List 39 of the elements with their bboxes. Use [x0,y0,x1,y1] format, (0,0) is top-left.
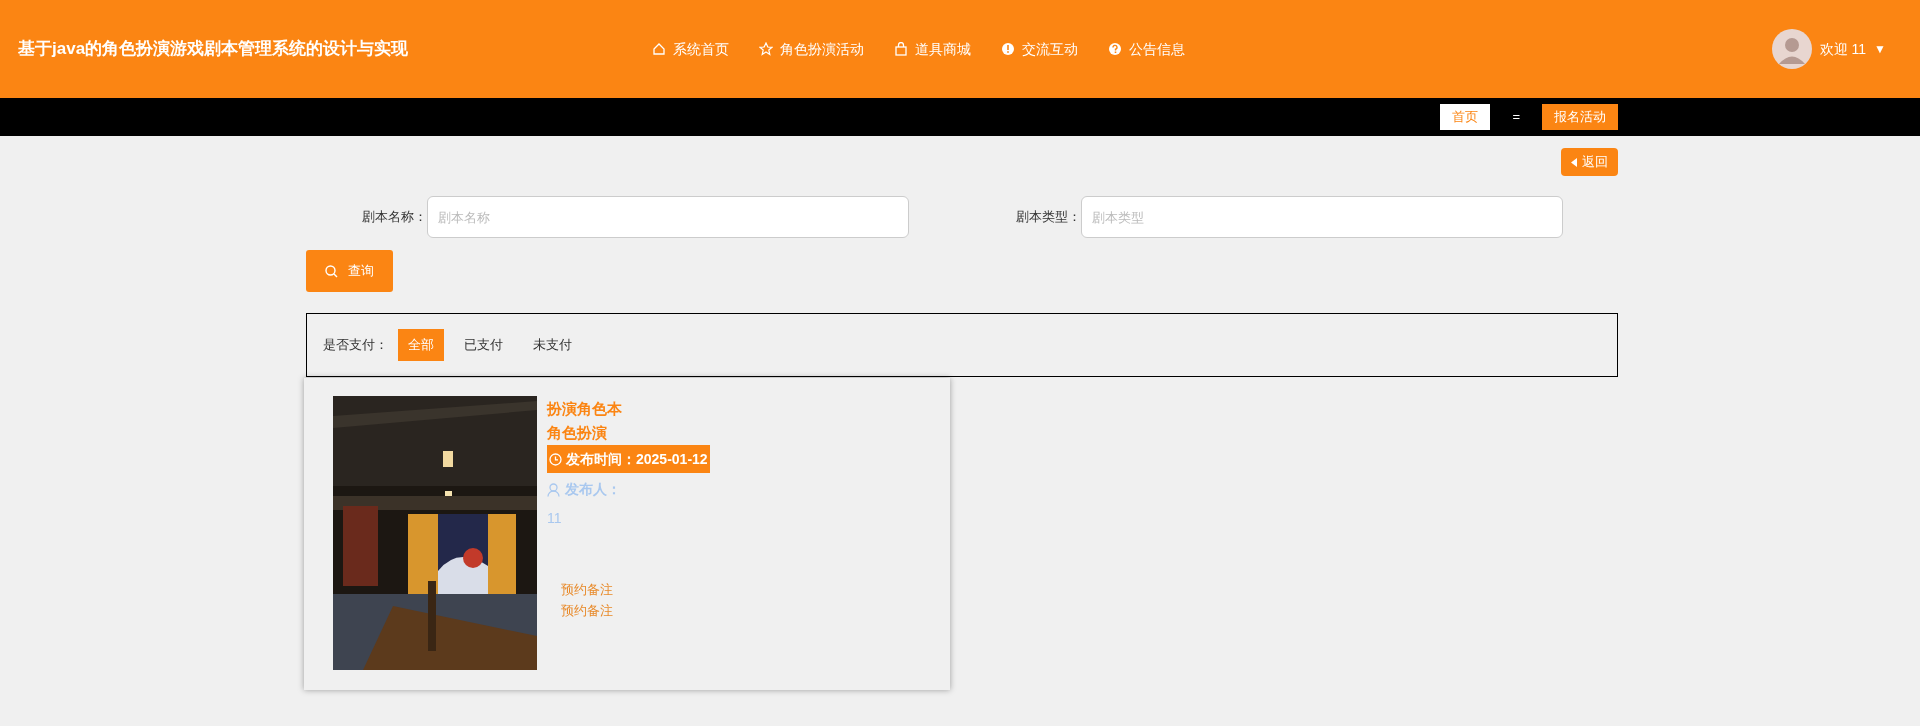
card-title: 扮演角色本 [547,399,622,419]
input-field[interactable]: 剧本名称 [427,196,909,238]
caret-left-icon [1571,157,1577,167]
nav-link[interactable]: 道具商城 [894,38,971,60]
booking-note: 预约备注 [561,581,613,599]
field-label: 剧本类型： [1015,208,1081,227]
nav-link[interactable]: 系统首页 [652,38,729,60]
filter-option[interactable]: 全部 [398,329,444,361]
breadcrumb-link[interactable]: 报名活动 [1542,104,1618,130]
activity-card[interactable]: 扮演角色本 角色扮演 发布时间：2025-01-12 发布人： 11 预约备注 预约备注 [304,378,950,690]
card-category: 角色扮演 [547,423,607,443]
home-icon [652,42,666,56]
search-button[interactable]: 查询 [306,250,393,292]
filter-option[interactable]: 未支付 [523,329,582,361]
back-button[interactable]: 返回 [1561,148,1618,176]
nav-link[interactable]: 角色扮演活动 [759,38,864,60]
caret-icon[interactable]: ▼ [1874,40,1886,58]
site-title: 基于java的角色扮演游戏剧本管理系统的设计与实现 [18,38,410,61]
publisher-name: 11 [547,509,562,528]
help-icon [1108,42,1122,56]
booking-note: 预约备注 [561,602,613,620]
field-label: 剧本名称： [361,208,427,227]
breadcrumb-link[interactable]: 首页 [1440,104,1491,130]
nav-link[interactable]: 交流互动 [1001,38,1078,60]
bag-icon [894,42,908,56]
avatar[interactable] [1771,29,1812,69]
user-greeting[interactable]: 欢迎 11 [1819,38,1867,60]
input-field[interactable]: 剧本类型 [1081,196,1563,238]
star-icon [759,42,773,56]
filter-label: 是否支付： [323,336,388,355]
clock-icon [549,452,562,466]
nav-link[interactable]: 公告信息 [1108,38,1185,60]
info-icon [1001,42,1015,56]
user-icon [547,482,560,497]
publish-date-badge: 发布时间：2025-01-12 [547,445,710,473]
search-icon [325,264,338,278]
breadcrumb-separator: = [1512,108,1520,127]
publisher-label: 发布人： [565,480,621,499]
filter-option[interactable]: 已支付 [454,329,513,361]
